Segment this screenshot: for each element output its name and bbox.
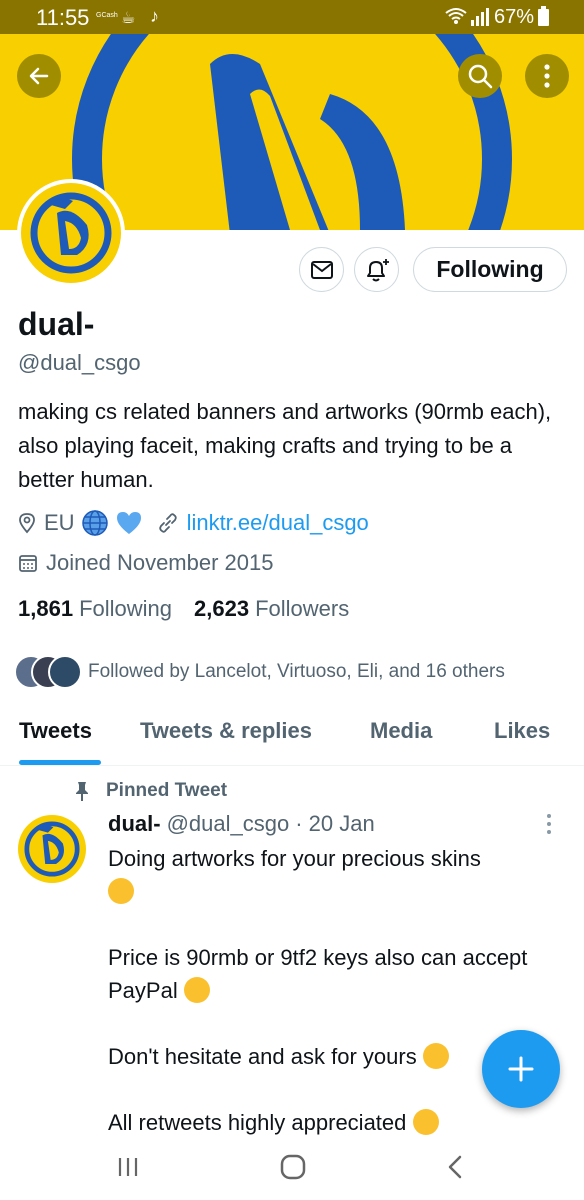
wifi-icon bbox=[445, 8, 467, 24]
profile-avatar[interactable] bbox=[17, 179, 125, 287]
profile-stats: 1,861 Following 2,623 Followers bbox=[18, 596, 371, 622]
following-button[interactable]: Following bbox=[413, 247, 567, 292]
followers-label: Followers bbox=[255, 596, 350, 621]
emoji-icon bbox=[422, 1043, 449, 1069]
tweet-line: Doing artworks for your precious skins bbox=[108, 842, 548, 908]
status-bar: 11:55 GCash ☕ ♪ 67% bbox=[0, 0, 584, 34]
battery-percent: 67% bbox=[494, 6, 535, 28]
gcash-notification-icon: GCash bbox=[96, 12, 118, 19]
tweet-date: · 20 Jan bbox=[295, 811, 375, 836]
followers-count-link[interactable]: 2,623 Followers bbox=[194, 596, 349, 622]
nav-back-icon[interactable] bbox=[446, 1154, 464, 1180]
bell-plus-icon bbox=[366, 258, 389, 281]
battery-icon bbox=[538, 6, 549, 26]
back-button[interactable] bbox=[17, 54, 61, 98]
followers-count: 2,623 bbox=[194, 596, 250, 621]
profile-display-name: dual- bbox=[18, 306, 95, 342]
tweet-header: dual- @dual_csgo · 20 Jan bbox=[108, 811, 375, 837]
blue-heart-icon bbox=[116, 512, 141, 534]
tweet-line: All retweets highly appreciated bbox=[108, 1106, 548, 1139]
tweet-more-icon[interactable] bbox=[546, 813, 552, 835]
profile-meta-row: EU linktr.ee/dual_csgo bbox=[18, 508, 369, 538]
following-label: Following bbox=[79, 596, 172, 621]
search-icon bbox=[468, 64, 493, 89]
smiling-hearts-emoji-icon bbox=[412, 1109, 439, 1135]
profile-handle: @dual_csgo bbox=[18, 350, 141, 375]
profile-bio: making cs related banners and artworks (… bbox=[18, 399, 552, 492]
cup-notification-icon: ☕ bbox=[121, 10, 136, 27]
calendar-icon bbox=[19, 555, 37, 572]
more-vertical-icon bbox=[544, 64, 550, 88]
profile-tabs: Tweets Tweets & replies Media Likes bbox=[0, 700, 584, 766]
globe-icon bbox=[81, 510, 108, 536]
followed-by-row[interactable]: Followed by Lancelot, Virtuoso, Eli, and… bbox=[14, 654, 505, 690]
signal-icon bbox=[471, 8, 489, 26]
avatar-image bbox=[21, 183, 121, 283]
mail-icon bbox=[310, 260, 333, 279]
pin-icon bbox=[76, 782, 88, 801]
followed-by-text: Followed by Lancelot, Virtuoso, Eli, and… bbox=[88, 661, 505, 682]
profile-joined-row: Joined November 2015 bbox=[18, 548, 273, 578]
home-icon[interactable] bbox=[280, 1154, 306, 1180]
tab-likes[interactable]: Likes bbox=[494, 718, 550, 744]
recents-icon[interactable] bbox=[117, 1156, 139, 1178]
profile-website-link[interactable]: linktr.ee/dual_csgo bbox=[187, 510, 369, 536]
follower-avatar bbox=[48, 655, 82, 689]
following-count: 1,861 bbox=[18, 596, 74, 621]
active-tab-indicator bbox=[19, 760, 101, 765]
winking-face-emoji-icon bbox=[183, 977, 210, 1003]
plus-icon bbox=[508, 1056, 534, 1082]
status-time: 11:55 bbox=[36, 5, 90, 30]
more-options-button[interactable] bbox=[525, 54, 569, 98]
tweet-author-name[interactable]: dual- bbox=[108, 811, 161, 837]
profile-joined-date: Joined November 2015 bbox=[46, 550, 274, 575]
tweet-author-handle[interactable]: @dual_csgo bbox=[167, 811, 290, 837]
back-arrow-icon bbox=[29, 67, 49, 85]
tweet-author-avatar[interactable] bbox=[18, 815, 86, 883]
search-button[interactable] bbox=[458, 54, 502, 98]
tiktok-notification-icon: ♪ bbox=[150, 6, 159, 26]
tab-media[interactable]: Media bbox=[370, 718, 432, 744]
android-nav-bar bbox=[0, 1140, 584, 1200]
notify-button[interactable] bbox=[354, 247, 399, 292]
message-button[interactable] bbox=[299, 247, 344, 292]
location-pin-icon bbox=[19, 513, 35, 534]
tweet-line: Price is 90rmb or 9tf2 keys also can acc… bbox=[108, 945, 528, 1003]
compose-tweet-button[interactable] bbox=[482, 1030, 560, 1108]
follower-facepile bbox=[14, 655, 82, 689]
profile-location: EU bbox=[44, 510, 75, 535]
tweet-text: Doing artworks for your precious skins P… bbox=[108, 842, 548, 1172]
link-icon bbox=[158, 513, 177, 533]
pinned-tweet-label: Pinned Tweet bbox=[74, 777, 227, 805]
tab-tweets[interactable]: Tweets bbox=[19, 718, 92, 744]
star-struck-emoji-icon bbox=[108, 878, 134, 904]
following-count-link[interactable]: 1,861 Following bbox=[18, 596, 172, 622]
tab-tweets-replies[interactable]: Tweets & replies bbox=[140, 718, 312, 744]
